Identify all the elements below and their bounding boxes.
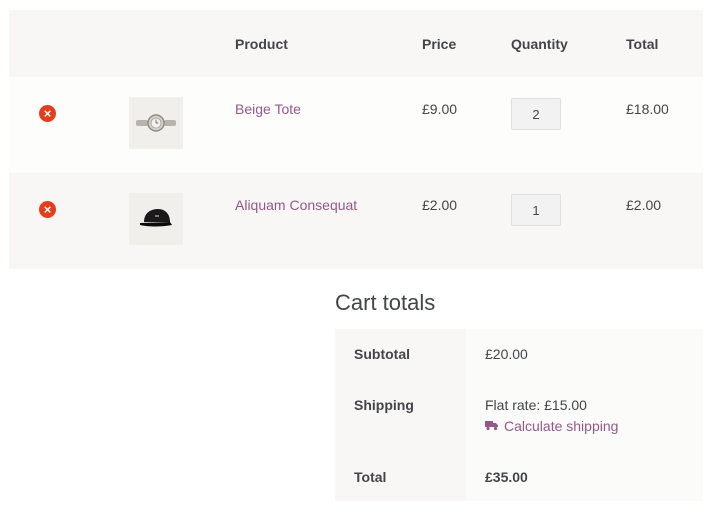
cap-icon[interactable] <box>129 193 183 245</box>
total-label: Total <box>335 451 466 501</box>
watch-icon[interactable] <box>129 97 183 149</box>
item-price: £9.00 <box>422 101 458 117</box>
shipping-row: Shipping Flat rate: £15.00 Calculate shi… <box>335 378 703 451</box>
shipping-value-cell: Flat rate: £15.00 Calculate shipping <box>466 378 703 451</box>
price-column-header: Price <box>422 36 457 52</box>
product-link[interactable]: Beige Tote <box>235 101 301 117</box>
item-total: £18.00 <box>626 101 669 117</box>
quantity-column-header: Quantity <box>511 36 568 52</box>
subtotal-row: Subtotal £20.00 <box>335 329 703 378</box>
quantity-input[interactable] <box>511 98 561 130</box>
total-value: £35.00 <box>466 451 703 501</box>
cart-totals-title: Cart totals <box>335 290 436 315</box>
item-price: £2.00 <box>422 197 458 213</box>
total-row: Total £35.00 <box>335 451 703 501</box>
remove-icon[interactable]: × <box>39 105 56 122</box>
calculate-shipping-label: Calculate shipping <box>504 418 619 434</box>
calculate-shipping-link[interactable]: Calculate shipping <box>485 418 618 434</box>
cart-totals: Cart totals Subtotal £20.00 Shipping Fla… <box>335 290 703 501</box>
quantity-input[interactable] <box>511 194 561 226</box>
cart-item-row: × Aliquam Consequat £2.00 £2.00 <box>9 173 703 269</box>
total-column-header: Total <box>626 36 659 52</box>
truck-icon <box>485 418 499 434</box>
cart-item-row: × Beige Tote £9.00 £18.00 <box>9 77 703 173</box>
shipping-value: Flat rate: £15.00 <box>485 397 587 413</box>
subtotal-label: Subtotal <box>335 329 466 378</box>
item-total: £2.00 <box>626 197 662 213</box>
remove-icon[interactable]: × <box>39 201 56 218</box>
product-name-link[interactable]: Aliquam Consequat <box>235 197 357 213</box>
cart-table: Product Price Quantity Total × Beige Tot… <box>9 10 703 269</box>
product-name-link[interactable]: Beige Tote <box>235 101 301 117</box>
shipping-label: Shipping <box>335 378 466 451</box>
product-link[interactable]: Aliquam Consequat <box>235 197 357 213</box>
cart-table-header: Product Price Quantity Total <box>9 10 703 77</box>
product-column-header: Product <box>235 36 288 52</box>
subtotal-value: £20.00 <box>466 329 703 378</box>
